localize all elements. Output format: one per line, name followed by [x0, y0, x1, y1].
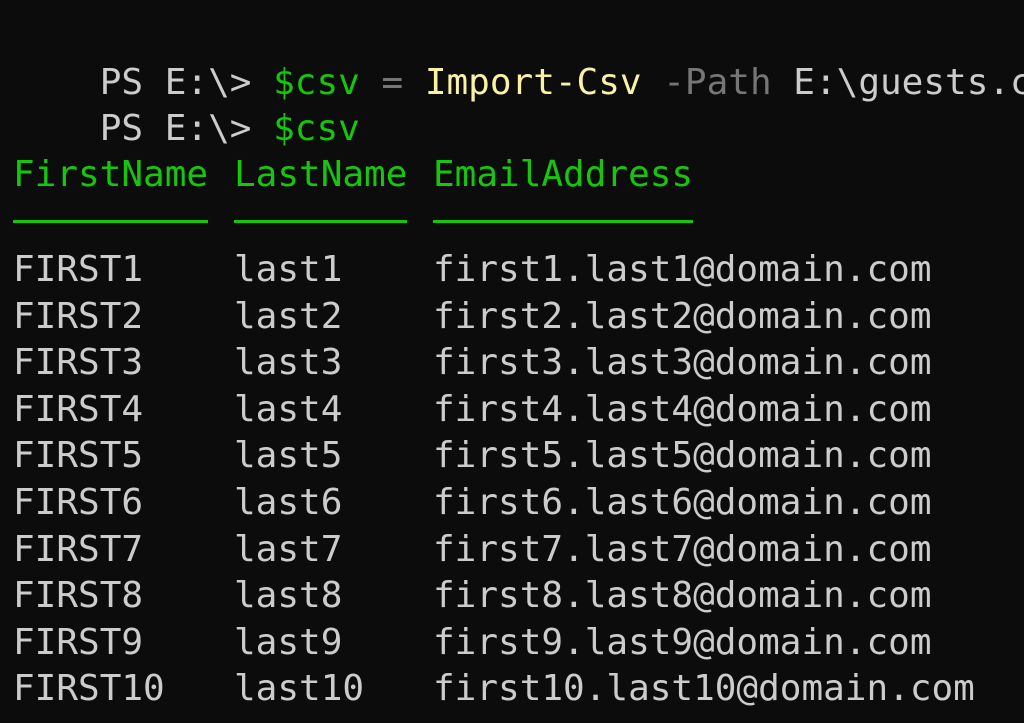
- cell-emailaddress: first2.last2@domain.com: [433, 295, 932, 337]
- cell-firstname: FIRST7: [13, 528, 144, 570]
- powershell-terminal[interactable]: PS E:\> $csv = Import-Csv -Path E:\guest…: [0, 0, 1024, 723]
- cell-emailaddress: first5.last5@domain.com: [433, 435, 932, 477]
- column-header-lastname: LastName: [234, 154, 408, 195]
- command-line-1: PS E:\> $csv = Import-Csv -Path E:\guest…: [13, 14, 1024, 103]
- argument: E:\guests.csv: [793, 62, 1024, 103]
- cell-lastname: last3: [234, 342, 343, 384]
- cell-firstname: FIRST10: [13, 668, 165, 710]
- cell-emailaddress: first10.last10@domain.com: [433, 668, 975, 710]
- header-underline-lastname: [234, 220, 407, 223]
- cell-firstname: FIRST1: [13, 249, 144, 290]
- cell-firstname: FIRST2: [13, 295, 144, 337]
- cell-lastname: last8: [234, 575, 343, 617]
- assignment-operator: =: [359, 62, 425, 103]
- cell-firstname: FIRST4: [13, 388, 144, 430]
- cell-emailaddress: first1.last1@domain.com: [433, 249, 932, 290]
- cell-emailaddress: first8.last8@domain.com: [433, 575, 932, 617]
- cell-lastname: last4: [234, 388, 343, 430]
- cell-firstname: FIRST6: [13, 482, 144, 523]
- cell-lastname: last7: [234, 528, 343, 570]
- cell-lastname: last9: [234, 621, 343, 663]
- cell-emailaddress: first4.last4@domain.com: [433, 388, 932, 430]
- header-underline-emailaddress: [433, 220, 693, 223]
- cell-emailaddress: first6.last6@domain.com: [433, 482, 932, 523]
- parameter: -Path: [641, 62, 772, 103]
- cell-lastname: last10: [234, 668, 365, 710]
- cell-firstname: FIRST5: [13, 435, 144, 477]
- cmdlet: Import-Csv: [424, 62, 642, 103]
- cell-emailaddress: first9.last9@domain.com: [433, 621, 932, 663]
- cell-lastname: last1: [234, 249, 343, 290]
- cell-emailaddress: first3.last3@domain.com: [433, 342, 932, 384]
- column-header-emailaddress: EmailAddress: [433, 154, 694, 195]
- cell-emailaddress: first7.last7@domain.com: [433, 528, 932, 570]
- cell-firstname: FIRST3: [13, 342, 144, 384]
- cell-lastname: last2: [234, 295, 343, 337]
- cell-lastname: last6: [234, 482, 343, 523]
- variable: $csv: [273, 108, 360, 149]
- cell-firstname: FIRST9: [13, 621, 144, 663]
- prompt: PS E:\>: [99, 108, 274, 149]
- column-header-firstname: FirstName: [13, 154, 209, 195]
- header-underline-firstname: [13, 220, 208, 223]
- cell-firstname: FIRST8: [13, 575, 144, 617]
- command-line-2: PS E:\> $csv: [13, 60, 360, 149]
- cell-lastname: last5: [234, 435, 343, 477]
